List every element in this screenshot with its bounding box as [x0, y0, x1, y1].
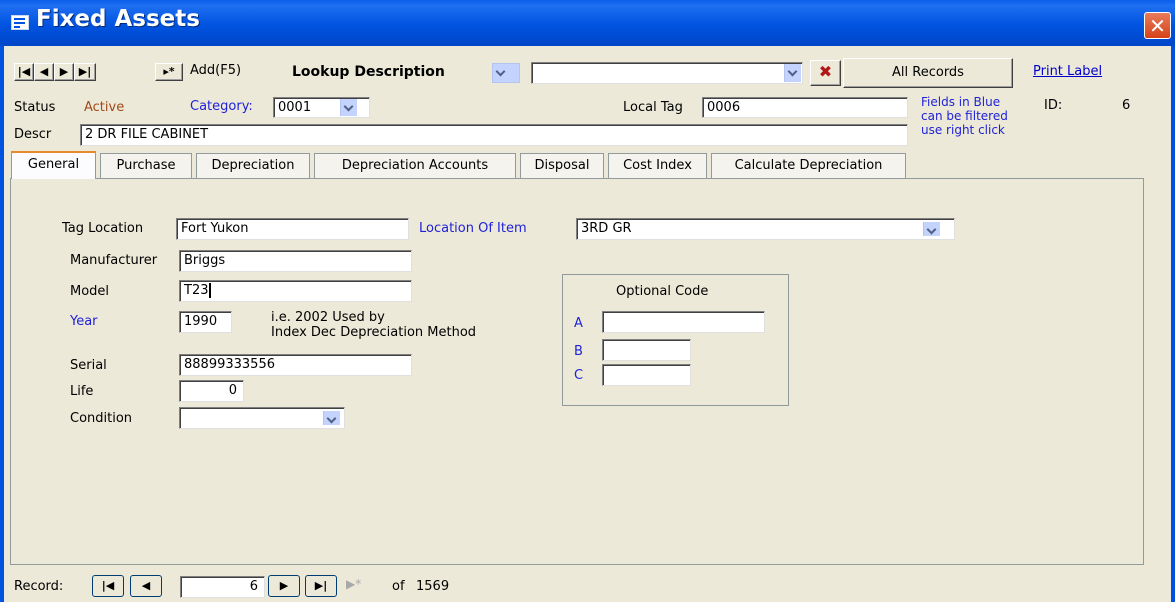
optional-b-field[interactable] — [602, 339, 691, 361]
record-last-button[interactable]: ▶| — [305, 575, 337, 597]
life-field[interactable]: 0 — [179, 380, 244, 402]
id-value: 6 — [1122, 98, 1131, 113]
hint-line-2: can be filtered — [921, 109, 1008, 123]
record-total: 1569 — [416, 579, 450, 594]
add-button[interactable]: Add(F5) — [190, 63, 241, 78]
optional-c-field[interactable] — [602, 364, 691, 386]
serial-field[interactable]: 88899333556 — [179, 354, 412, 376]
tab-general[interactable]: General — [11, 151, 96, 179]
nav-prev-button[interactable]: ◀ — [34, 63, 54, 81]
model-label: Model — [70, 284, 110, 299]
tag-location-field[interactable]: Fort Yukon — [176, 218, 409, 240]
hint-line-1: Fields in Blue — [921, 95, 1001, 109]
optional-code-title: Optional Code — [616, 284, 709, 299]
record-label: Record: — [14, 579, 64, 594]
model-field[interactable]: T23 — [179, 280, 412, 302]
condition-combobox[interactable] — [179, 407, 345, 429]
status-label: Status — [14, 100, 56, 115]
descr-field[interactable]: 2 DR FILE CABINET — [80, 124, 908, 146]
model-value: T23 — [184, 283, 209, 298]
year-hint-line-1: i.e. 2002 Used by — [271, 310, 385, 325]
category-value: 0001 — [278, 100, 312, 115]
category-combobox[interactable]: 0001 — [273, 97, 370, 118]
descr-label: Descr — [14, 127, 52, 142]
chevron-down-icon[interactable] — [923, 222, 940, 236]
lookup-description-input[interactable] — [531, 62, 803, 84]
nav-next-button[interactable]: ▶ — [54, 63, 74, 81]
nav-first-button[interactable]: |◀ — [14, 63, 34, 81]
chevron-down-icon — [493, 64, 519, 82]
record-first-button[interactable]: |◀ — [92, 575, 124, 597]
lookup-column-dropdown[interactable] — [492, 63, 520, 83]
clear-filter-icon[interactable]: ✖ — [810, 60, 841, 86]
record-number-field[interactable]: 6 — [180, 576, 265, 598]
all-records-button[interactable]: All Records — [843, 58, 1013, 88]
manufacturer-label: Manufacturer — [70, 253, 158, 268]
nav-new-record-button[interactable]: ▸* — [155, 63, 183, 81]
record-next-button[interactable]: ▶ — [268, 575, 300, 597]
local-tag-field[interactable]: 0006 — [702, 97, 908, 118]
nav-last-button[interactable]: ▶| — [74, 63, 96, 81]
year-hint: i.e. 2002 Used by Index Dec Depreciation… — [271, 310, 476, 340]
tab-depreciation-accounts[interactable]: Depreciation Accounts — [314, 153, 516, 179]
id-label: ID: — [1044, 98, 1063, 113]
year-hint-line-2: Index Dec Depreciation Method — [271, 325, 477, 340]
lookup-description-label: Lookup Description — [292, 64, 445, 80]
close-button[interactable]: ✕ — [1144, 12, 1171, 39]
local-tag-label: Local Tag — [623, 100, 683, 115]
category-label: Category: — [190, 99, 253, 114]
window-title: Fixed Assets — [36, 6, 200, 32]
tab-calculate-depreciation[interactable]: Calculate Depreciation — [711, 153, 906, 179]
location-of-item-value: 3RD GR — [581, 221, 632, 236]
record-prev-button[interactable]: ◀ — [130, 575, 162, 597]
optional-a-label: A — [574, 316, 583, 331]
serial-label: Serial — [70, 358, 107, 373]
tab-depreciation[interactable]: Depreciation — [196, 153, 310, 179]
optional-c-label: C — [574, 368, 584, 383]
chevron-down-icon[interactable] — [323, 411, 340, 425]
optional-a-field[interactable] — [602, 311, 765, 333]
tab-disposal[interactable]: Disposal — [520, 153, 604, 179]
tag-location-label: Tag Location — [62, 221, 144, 236]
blue-fields-hint: Fields in Blue can be filtered use right… — [921, 95, 1008, 137]
text-cursor — [209, 283, 212, 298]
record-new-button: ▶* — [346, 577, 362, 591]
optional-b-label: B — [574, 344, 583, 359]
year-field[interactable]: 1990 — [179, 311, 232, 333]
hint-line-3: use right click — [921, 123, 1005, 137]
print-label-link[interactable]: Print Label — [1033, 64, 1102, 79]
location-of-item-combobox[interactable]: 3RD GR — [576, 218, 955, 240]
record-of-label: of — [392, 579, 405, 594]
location-of-item-label: Location Of Item — [419, 221, 527, 236]
manufacturer-field[interactable]: Briggs — [179, 250, 412, 272]
form-icon — [11, 15, 29, 30]
year-label: Year — [70, 314, 98, 329]
tab-cost-index[interactable]: Cost Index — [608, 153, 707, 179]
chevron-down-icon[interactable] — [784, 64, 801, 82]
condition-label: Condition — [70, 411, 133, 426]
chevron-down-icon[interactable] — [340, 99, 357, 116]
status-value: Active — [84, 100, 125, 115]
tab-purchase[interactable]: Purchase — [100, 153, 192, 179]
life-label: Life — [70, 384, 94, 399]
